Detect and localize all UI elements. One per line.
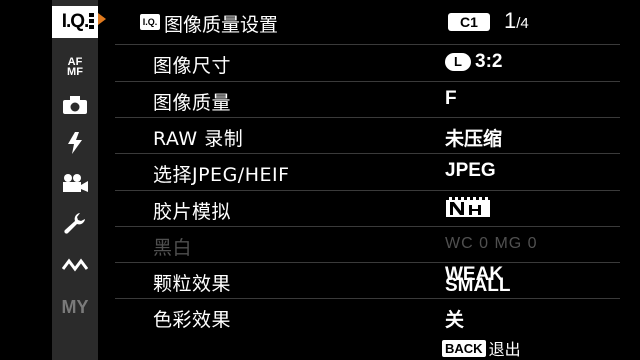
menu-item-label: 黑白 (153, 237, 193, 259)
tab-shooting[interactable] (52, 90, 98, 120)
menu-item-color-chrome[interactable]: 色彩效果 关 (115, 298, 620, 335)
menu-item-image-size[interactable]: 图像尺寸 L 3:2 (115, 44, 620, 81)
exit-label: 退出 (488, 340, 521, 359)
flash-icon (68, 132, 82, 154)
iq-badge-icon: I.Q. (140, 14, 160, 30)
active-tab-pointer-icon (98, 13, 106, 25)
tab-setup[interactable] (52, 208, 98, 238)
menu-item-value: JPEG (445, 160, 496, 181)
menu-item-value: 关 (445, 310, 465, 331)
menu-item-label: 胶片模拟 (153, 201, 232, 223)
tab-af-mf[interactable]: AF MF (52, 52, 98, 82)
page-total: /4 (516, 15, 529, 32)
menu-item-image-quality[interactable]: 图像质量 F (115, 81, 620, 118)
page-current: 1 (504, 8, 517, 33)
camera-icon (63, 96, 87, 114)
page-title: 图像质量设置 (164, 14, 279, 36)
aspect-ratio-value: 3:2 (475, 51, 503, 72)
size-l-badge: L (445, 52, 471, 71)
tab-image-quality[interactable]: I.Q. (52, 6, 98, 38)
custom-slot-badge: C1 (448, 13, 490, 31)
menu-item-value: WEAK SMALL (445, 265, 511, 296)
menu-item-label: 选择JPEG/HEIF (153, 164, 290, 186)
footer-hint: BACK 退出 (442, 336, 521, 359)
menu-item-label: 颗粒效果 (153, 273, 232, 295)
menu-sidebar: I.Q. AF MF MY (52, 0, 98, 360)
tab-connection[interactable] (52, 250, 98, 280)
menu-item-value (445, 197, 491, 219)
tab-iq-label: I.Q. (61, 11, 90, 32)
menu-item-value: L 3:2 (445, 51, 502, 73)
menu-item-grain-effect[interactable]: 颗粒效果 WEAK SMALL (115, 262, 620, 299)
menu-item-jpeg-heif[interactable]: 选择JPEG/HEIF JPEG (115, 153, 620, 190)
menu-item-raw-recording[interactable]: RAW 录制 未压缩 (115, 117, 620, 154)
page-indicator: 1/4 (504, 8, 529, 34)
menu-item-film-simulation[interactable]: 胶片模拟 (115, 190, 620, 227)
wrench-icon (64, 213, 85, 234)
menu-item-label: 图像质量 (153, 92, 232, 114)
tab-flash[interactable] (52, 128, 98, 158)
film-simulation-nh-icon (446, 197, 490, 217)
menu-header: I.Q. 图像质量设置 C1 1/4 (140, 8, 630, 36)
menu-item-value: WC 0 MG 0 (445, 235, 538, 252)
tab-my-label: MY (61, 296, 89, 317)
tab-movie[interactable] (52, 168, 98, 198)
menu-item-label: 色彩效果 (153, 309, 232, 331)
page-dots-icon (89, 13, 94, 31)
af-mf-icon: AF MF (67, 56, 83, 78)
connection-icon (62, 258, 88, 272)
back-button-icon[interactable]: BACK (442, 339, 486, 357)
menu-item-value: 未压缩 (445, 129, 503, 150)
menu-item-label: RAW 录制 (153, 128, 244, 150)
movie-icon (63, 174, 88, 192)
menu-item-label: 图像尺寸 (153, 55, 232, 77)
grain-size: SMALL (445, 275, 511, 296)
menu-item-monochrome: 黑白 WC 0 MG 0 (115, 226, 620, 263)
menu-item-value: F (445, 88, 457, 109)
tab-my-menu[interactable]: MY (52, 292, 98, 322)
